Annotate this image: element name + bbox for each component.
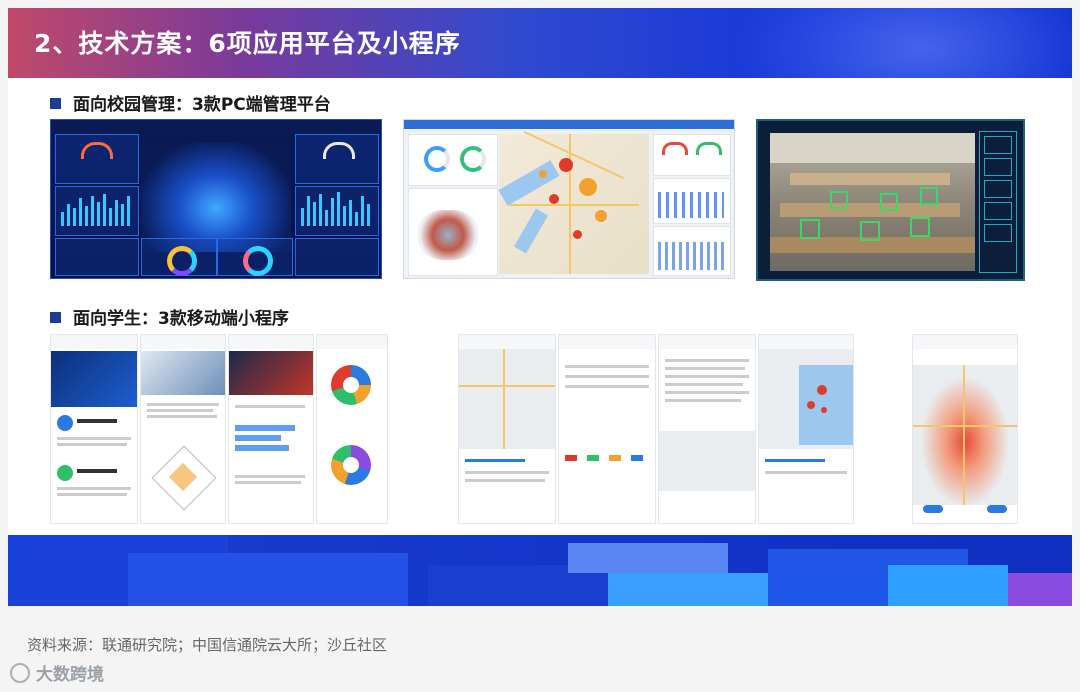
decorative-bottom-band	[8, 535, 1072, 606]
pc-dashboard-screenshot-3	[756, 119, 1025, 281]
mobile-screenshot-map-1	[458, 334, 556, 524]
mobile-screenshot-career-test	[50, 334, 138, 524]
pc-dashboard-screenshot-2	[403, 119, 735, 279]
page-title: 2、技术方案：6项应用平台及小程序	[34, 29, 461, 58]
pc-dashboard-screenshot-1	[50, 119, 382, 279]
section-heading-pc: 面向校园管理：3款PC端管理平台	[50, 90, 331, 115]
section-heading-pc-text: 面向校园管理：3款PC端管理平台	[73, 95, 331, 115]
square-bullet-icon	[50, 311, 61, 323]
mobile-screenshot-report-2	[228, 334, 314, 524]
mobile-screenshot-bigdata	[316, 334, 388, 524]
mobile-screenshot-heatmap	[912, 334, 1018, 524]
title-banner: 2、技术方案：6项应用平台及小程序	[8, 8, 1072, 78]
section-heading-mobile: 面向学生：3款移动端小程序	[50, 304, 289, 329]
mobile-screenshot-list	[658, 334, 756, 524]
source-note: 资料来源：联通研究院；中国信通院云大所；沙丘社区	[27, 636, 388, 654]
square-bullet-icon	[50, 97, 61, 109]
mobile-screenshot-report-1	[140, 334, 226, 524]
mobile-screenshot-stats	[558, 334, 656, 524]
mobile-screenshot-map-2	[758, 334, 854, 524]
brand-icon	[10, 663, 30, 683]
slide: 2、技术方案：6项应用平台及小程序 面向校园管理：3款PC端管理平台 面向学生：…	[8, 8, 1072, 606]
watermark-logo: 大数跨境	[10, 660, 104, 685]
banner-glow	[732, 8, 1072, 78]
watermark-text: 大数跨境	[36, 665, 104, 685]
section-heading-mobile-text: 面向学生：3款移动端小程序	[73, 309, 289, 329]
